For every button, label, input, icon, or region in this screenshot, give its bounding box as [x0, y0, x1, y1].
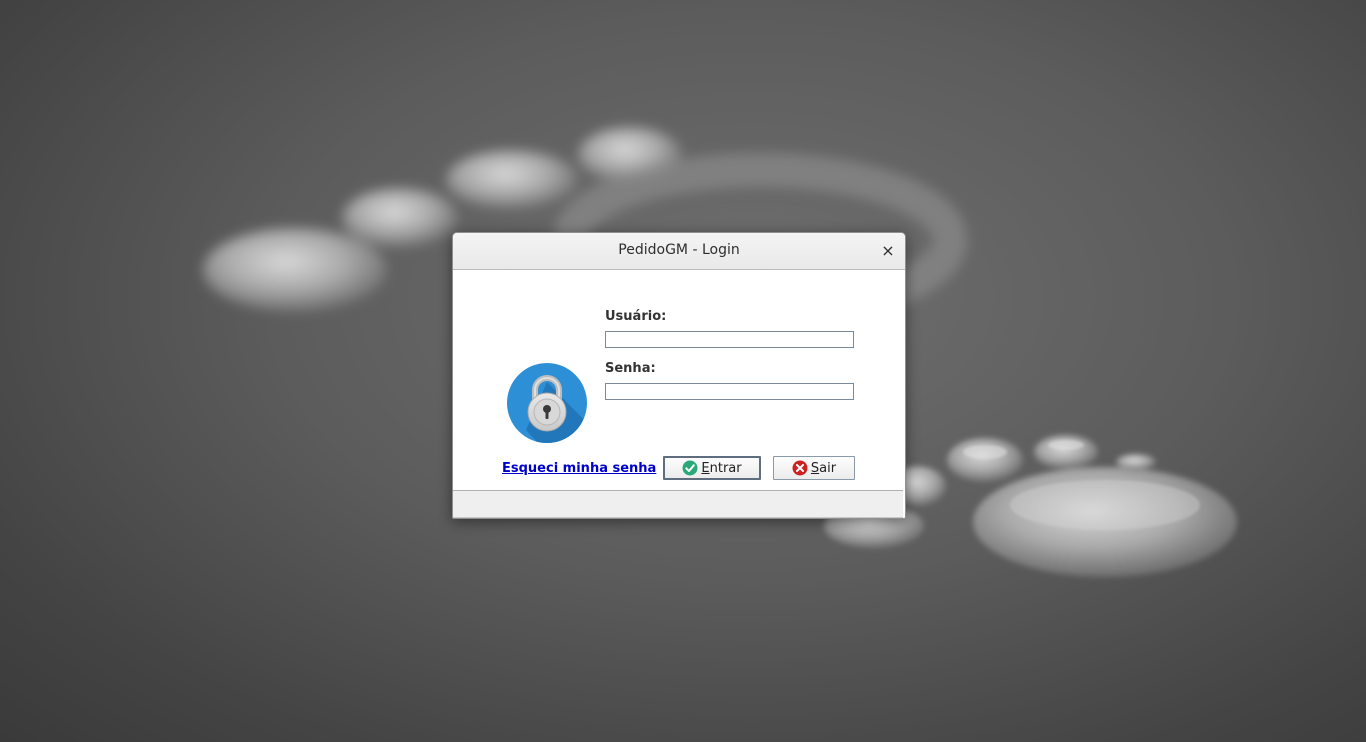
enter-label-rest: ntrar — [709, 460, 742, 476]
close-button[interactable]: × — [878, 241, 898, 261]
password-label: Senha: — [605, 361, 656, 376]
login-dialog: PedidoGM - Login × Usuário: Senha: Esque… — [452, 232, 906, 519]
x-circle-icon — [792, 460, 808, 476]
forgot-password-link[interactable]: Esqueci minha senha — [502, 461, 656, 476]
exit-button-label: Sair — [811, 461, 836, 476]
exit-label-rest: air — [819, 460, 837, 476]
login-form: Usuário: Senha: Esqueci minha senha Entr… — [453, 270, 905, 490]
check-circle-icon — [682, 460, 698, 476]
exit-mnemonic: S — [810, 460, 820, 476]
enter-mnemonic: E — [701, 460, 710, 476]
padlock-icon — [507, 363, 587, 443]
dialog-title: PedidoGM - Login — [618, 242, 740, 258]
desktop: PedidoGM - Login × Usuário: Senha: Esque… — [0, 0, 1366, 742]
status-bar — [453, 490, 903, 518]
enter-button-label: Entrar — [701, 461, 741, 476]
enter-button[interactable]: Entrar — [663, 456, 761, 480]
username-label: Usuário: — [605, 309, 667, 324]
password-field[interactable] — [605, 383, 854, 400]
dialog-titlebar[interactable]: PedidoGM - Login × — [453, 233, 905, 270]
username-field[interactable] — [605, 331, 854, 348]
exit-button[interactable]: Sair — [773, 456, 855, 480]
